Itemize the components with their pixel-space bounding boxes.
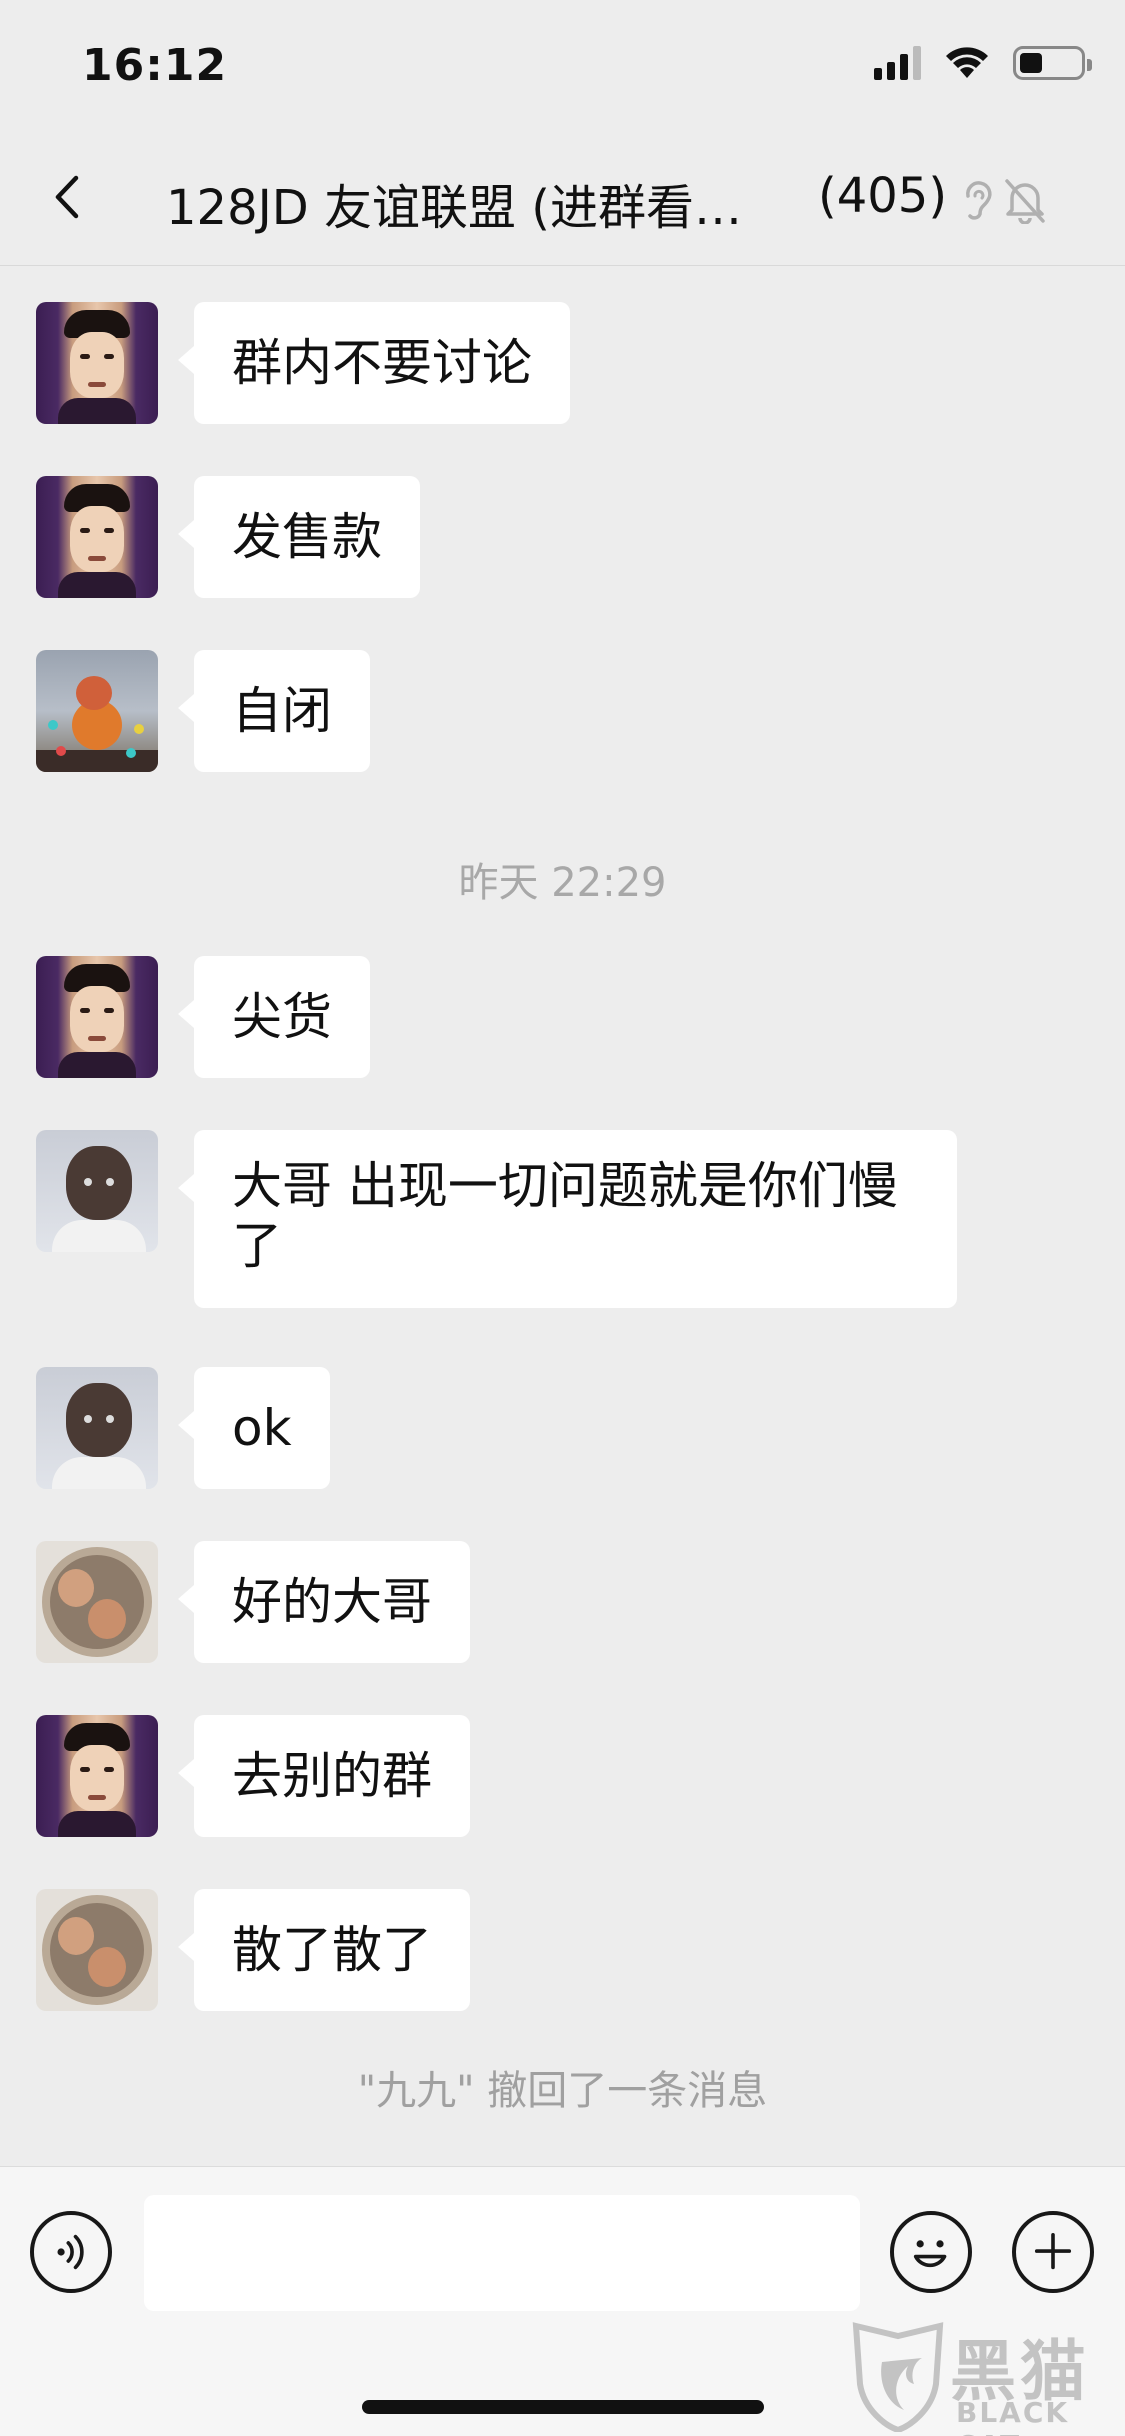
message-text-input[interactable] <box>144 2195 860 2311</box>
sender-avatar[interactable] <box>36 476 158 598</box>
wifi-icon <box>946 47 988 78</box>
back-chevron-icon[interactable] <box>44 172 94 222</box>
message-bubble[interactable]: 群内不要讨论 <box>178 302 570 424</box>
sender-avatar[interactable] <box>36 1541 158 1663</box>
sender-avatar[interactable] <box>36 1130 158 1252</box>
nav-bar: 128JD 友谊联盟 (进群看… (405) <box>0 132 1125 266</box>
message-bubble[interactable]: ok <box>178 1367 330 1489</box>
battery-icon <box>1013 46 1092 80</box>
message-bubble[interactable]: 发售款 <box>178 476 420 598</box>
black-cat-logo-icon <box>852 2322 944 2432</box>
status-time: 16:12 <box>82 40 228 91</box>
sender-avatar[interactable] <box>36 956 158 1078</box>
message-bubble[interactable]: 自闭 <box>178 650 370 772</box>
status-bar: 16:12 <box>0 0 1125 132</box>
sender-avatar[interactable] <box>36 302 158 424</box>
status-icons <box>874 46 1092 80</box>
mute-notifications-icon <box>1005 179 1045 224</box>
sender-avatar[interactable] <box>36 1889 158 2011</box>
message-bubble[interactable]: 好的大哥 <box>178 1541 470 1663</box>
emoji-button[interactable] <box>890 2211 972 2293</box>
watermark-en-text: BLACK CAT <box>956 2396 1070 2436</box>
home-indicator <box>362 2400 764 2414</box>
chat-screen: 16:12 128JD 友谊联盟 (进群看… (405) 群内不要讨论 发售款 … <box>0 0 1125 2436</box>
recall-notice: "九九" 撤回了一条消息 <box>357 2068 768 2114</box>
earpiece-mode-icon <box>966 181 992 220</box>
time-divider: 昨天 22:29 <box>458 860 667 906</box>
message-bubble[interactable]: 大哥 出现一切问题就是你们慢了 <box>178 1130 957 1308</box>
message-bubble[interactable]: 尖货 <box>178 956 370 1078</box>
message-bubble[interactable]: 去别的群 <box>178 1715 470 1837</box>
more-functions-button[interactable] <box>1012 2211 1094 2293</box>
black-cat-watermark: 黑猫 BLACK CAT <box>848 2318 1118 2436</box>
sender-avatar[interactable] <box>36 1367 158 1489</box>
member-count: (405) <box>818 168 948 224</box>
voice-input-button[interactable] <box>30 2211 112 2293</box>
sender-avatar[interactable] <box>36 650 158 772</box>
sender-avatar[interactable] <box>36 1715 158 1837</box>
message-bubble[interactable]: 散了散了 <box>178 1889 470 2011</box>
cellular-signal-icon <box>874 46 921 80</box>
chat-title[interactable]: 128JD 友谊联盟 (进群看… <box>166 168 742 238</box>
